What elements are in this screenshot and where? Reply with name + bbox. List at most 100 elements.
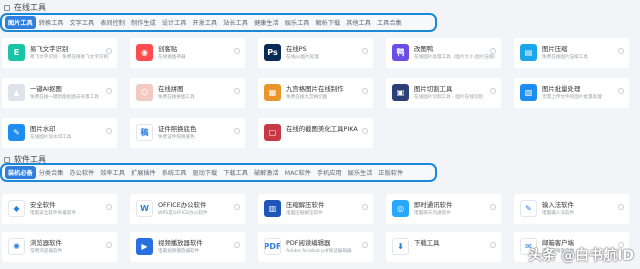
- tool-title: 图片切割工具: [414, 85, 453, 93]
- tool-card[interactable]: ◎ 即时通讯软件 电脑聊天沟通软件: [386, 194, 501, 224]
- tab-software-8[interactable]: 破解激活: [251, 166, 282, 179]
- gaituya-icon: 鸭: [392, 44, 409, 61]
- favorite-icon[interactable]: [618, 48, 624, 54]
- tab-software-12[interactable]: 正版软件: [375, 166, 406, 179]
- tab-online-9[interactable]: 娱乐工具: [282, 16, 313, 29]
- tool-description: 易飞文字识别 - 免费在线易飞文字识别: [30, 55, 109, 60]
- tab-online-1[interactable]: 转换工具: [36, 16, 67, 29]
- tab-software-6[interactable]: 驱动下载: [190, 166, 221, 179]
- tab-software-7[interactable]: 下载工具: [220, 166, 251, 179]
- tab-online-6[interactable]: 开发工具: [190, 16, 221, 29]
- tool-card[interactable]: 鸭改图鸭 在线图片处理工具（图片大小,图片压缩）: [386, 38, 501, 68]
- tab-online-2[interactable]: 文字工具: [67, 16, 98, 29]
- tool-card[interactable]: 稿证件照换底色 免费证件照换底色: [130, 118, 245, 148]
- favorite-icon[interactable]: [362, 128, 368, 134]
- tool-title: 图片水印: [30, 125, 56, 133]
- favorite-icon[interactable]: [234, 204, 240, 210]
- tool-description: 免费在线九宫格切图: [286, 95, 328, 100]
- tool-card[interactable]: ▥ 压缩解压软件 电脑压缩解压软件: [258, 194, 373, 224]
- tool-card[interactable]: ▶ 视频播放器软件 电脑视频播放器软件: [130, 232, 245, 262]
- favorite-icon[interactable]: [490, 88, 496, 94]
- tool-title: 视频播放器软件: [158, 239, 203, 247]
- favorite-icon[interactable]: [490, 48, 496, 54]
- software-tools-tabbar: 装机必备 分类合集 办公软件 效率工具 扩展插件 系统工具 驱动下载 下载工具 破解激活 MAC软…: [0, 163, 437, 182]
- section-marker-icon: [4, 4, 10, 11]
- favorite-icon[interactable]: [234, 88, 240, 94]
- tab-software-3[interactable]: 效率工具: [97, 166, 128, 179]
- favorite-icon[interactable]: [362, 242, 368, 248]
- tool-card[interactable]: ✺ 浏览器软件 常用浏览器软件: [2, 232, 117, 262]
- input-method-icon: ✎: [520, 200, 537, 217]
- collage-icon: ☺: [136, 84, 153, 101]
- tool-description: 在线ps图片处理: [286, 55, 319, 60]
- compress-archive-icon: ▥: [264, 200, 281, 217]
- tool-title: 安全软件: [30, 201, 56, 209]
- favorite-icon[interactable]: [106, 88, 112, 94]
- favorite-icon[interactable]: [618, 88, 624, 94]
- tool-title: 一键AI抠图: [30, 85, 62, 93]
- office-icon: W: [136, 200, 153, 217]
- tool-card[interactable]: ✎ 图片水印 在线图片加水印工具: [2, 118, 117, 148]
- tab-online-11[interactable]: 其他工具: [343, 16, 374, 29]
- tab-software-10[interactable]: 手机应用: [314, 166, 345, 179]
- section-marker-icon: [4, 156, 10, 163]
- tool-card[interactable]: ◆ 安全软件 电脑安全软件杀毒软件: [2, 194, 117, 224]
- tool-description: 免费在线拼图工具: [158, 95, 195, 100]
- tool-card[interactable]: E 易飞文字识别 易飞文字识别 - 免费在线易飞文字识别: [2, 38, 117, 68]
- tool-card[interactable]: ▤ 图片压缩 免费在线图片压缩工具: [514, 38, 629, 68]
- tool-card[interactable]: Ps 在线PS 在线ps图片处理: [258, 38, 373, 68]
- tool-description: 在线图片切割工具 - 图片在线切割: [414, 95, 483, 100]
- tab-software-9[interactable]: MAC软件: [282, 166, 314, 179]
- tab-online-8[interactable]: 健康生活: [251, 16, 282, 29]
- favorite-icon[interactable]: [490, 242, 496, 248]
- tool-card[interactable]: W OFFICE办公软件 WPS是OFFICE办公软件: [130, 194, 245, 224]
- favorite-icon[interactable]: [362, 88, 368, 94]
- tool-description: 电脑视频播放器软件: [158, 249, 200, 254]
- text-recognition-icon: E: [8, 44, 25, 61]
- tool-title: OFFICE办公软件: [158, 201, 207, 209]
- tab-software-0[interactable]: 装机必备: [5, 166, 36, 179]
- favorite-icon[interactable]: [106, 242, 112, 248]
- chat-icon: ◎: [392, 200, 409, 217]
- tool-title: 压缩解压软件: [286, 201, 325, 209]
- tool-card[interactable]: PDF PDF阅读编辑器 Adobe Acrobat pdf阅读编辑器: [258, 232, 373, 262]
- tool-card[interactable]: ▲ 一键AI抠图 免费在线一键智能抠图去背景工具: [2, 78, 117, 108]
- favorite-icon[interactable]: [362, 204, 368, 210]
- tool-card[interactable]: ◉ 创客贴 在线做图神器: [130, 38, 245, 68]
- favorite-icon[interactable]: [106, 128, 112, 134]
- favorite-icon[interactable]: [234, 242, 240, 248]
- tool-description: 无需上传文件的图片批量处理: [542, 95, 602, 100]
- tool-card[interactable]: ▧ 图片批量处理 无需上传文件的图片批量处理: [514, 78, 629, 108]
- watermark: 头条 @白书航ID: [528, 248, 634, 264]
- tool-card[interactable]: ⬇ 下载工具: [386, 232, 501, 262]
- tool-title: 图片批量处理: [542, 85, 581, 93]
- favorite-icon[interactable]: [618, 204, 624, 210]
- tool-description: 电脑压缩解压软件: [286, 211, 323, 216]
- tab-online-4[interactable]: 制作生成: [128, 16, 159, 29]
- tool-card[interactable]: ✎ 输入法软件 电脑输入法软件: [514, 194, 629, 224]
- favorite-icon[interactable]: [234, 128, 240, 134]
- tab-online-7[interactable]: 站长工具: [220, 16, 251, 29]
- tab-online-10[interactable]: 解析下载: [313, 16, 344, 29]
- favorite-icon[interactable]: [362, 48, 368, 54]
- tool-card[interactable]: ▦ 九宫格图片在线制作 免费在线九宫格切图: [258, 78, 373, 108]
- tool-title: 在线的截图美化工具PIKA: [286, 125, 358, 133]
- tool-card[interactable]: ▣ 图片切割工具 在线图片切割工具 - 图片在线切割: [386, 78, 501, 108]
- favorite-icon[interactable]: [106, 204, 112, 210]
- photoshop-icon: Ps: [264, 44, 281, 61]
- tab-software-4[interactable]: 扩展插件: [128, 166, 159, 179]
- tool-card[interactable]: ☺ 在线拼图 免费在线拼图工具: [130, 78, 245, 108]
- tool-title: 即时通讯软件: [414, 201, 453, 209]
- tab-online-3[interactable]: 表间控制: [97, 16, 128, 29]
- tab-online-12[interactable]: 工具合集: [374, 16, 405, 29]
- favorite-icon[interactable]: [106, 48, 112, 54]
- tab-software-11[interactable]: 娱乐生活: [345, 166, 376, 179]
- tab-online-5[interactable]: 设计工具: [159, 16, 190, 29]
- tab-software-5[interactable]: 系统工具: [159, 166, 190, 179]
- tab-software-1[interactable]: 分类合集: [36, 166, 67, 179]
- tool-card[interactable]: ▢ 在线的截图美化工具PIKA: [258, 118, 373, 148]
- favorite-icon[interactable]: [234, 48, 240, 54]
- tab-online-0[interactable]: 图片工具: [5, 16, 36, 29]
- favorite-icon[interactable]: [490, 204, 496, 210]
- tab-software-2[interactable]: 办公软件: [67, 166, 98, 179]
